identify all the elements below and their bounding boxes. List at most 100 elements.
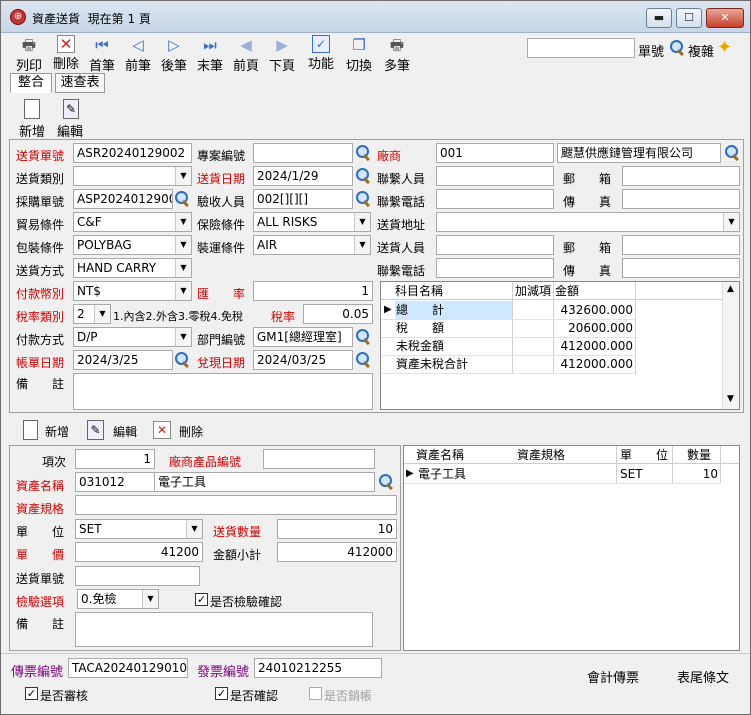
cash-date-field[interactable]: 2024/03/25 xyxy=(253,350,353,370)
vendor-name-field[interactable]: 颼慧供應鏈管理有限公司 xyxy=(557,143,721,163)
tail-text-link[interactable]: 表尾條文 xyxy=(677,667,729,686)
unit-combo[interactable]: SET ▼ xyxy=(75,519,203,539)
subtotal-field[interactable]: 412000 xyxy=(277,542,397,562)
chevron-down-icon[interactable]: ▼ xyxy=(142,590,158,608)
phone2-field[interactable] xyxy=(436,258,554,278)
search-input[interactable] xyxy=(527,38,635,58)
vendor-code-field[interactable]: 001 xyxy=(436,143,554,163)
detail-edit-button[interactable]: ✎ 編輯 xyxy=(85,419,145,443)
close-button[interactable]: ✕ xyxy=(706,8,744,28)
fax-label: 傳 真 xyxy=(563,195,612,209)
tab-quick-table[interactable]: 速查表 xyxy=(55,73,105,93)
chevron-down-icon[interactable]: ▼ xyxy=(186,520,202,538)
scroll-up-icon[interactable]: ▲ xyxy=(727,284,734,294)
chevron-down-icon[interactable]: ▼ xyxy=(175,328,191,346)
currency-combo[interactable]: NT$ ▼ xyxy=(73,281,192,301)
detail-delivery-no-field[interactable] xyxy=(75,566,200,586)
contact-field[interactable] xyxy=(436,166,554,186)
chevron-down-icon[interactable]: ▼ xyxy=(175,259,191,277)
confirmed-checkbox[interactable]: ✓ xyxy=(215,687,228,700)
minimize-button[interactable]: ▬ xyxy=(646,8,672,28)
chevron-down-icon[interactable]: ▼ xyxy=(175,282,191,300)
postal-field[interactable] xyxy=(622,166,740,186)
function-button[interactable]: ✓ 功能 xyxy=(304,35,338,73)
complex-search-label[interactable]: 複雜 xyxy=(688,41,714,60)
detail-remark-field[interactable] xyxy=(75,612,373,647)
cash-date-search-icon[interactable] xyxy=(355,351,372,368)
delivery-no-field[interactable]: ASR20240129002 xyxy=(73,143,192,163)
last-record-button[interactable]: ⏭ 末筆 xyxy=(193,35,227,74)
postal2-field[interactable] xyxy=(622,235,740,255)
tax-rate-field[interactable]: 0.05 xyxy=(303,304,373,324)
type-combo[interactable]: ▼ xyxy=(73,166,192,186)
inspect-confirm-checkbox[interactable]: ✓ xyxy=(195,593,208,606)
invoice-field[interactable]: 24010212255 xyxy=(254,658,382,678)
closed-checkbox[interactable] xyxy=(309,687,322,700)
project-search-icon[interactable] xyxy=(355,144,372,161)
accounting-voucher-link[interactable]: 會計傳票 xyxy=(587,667,639,686)
chevron-down-icon[interactable]: ▼ xyxy=(175,236,191,254)
purchase-search-icon[interactable] xyxy=(174,190,191,207)
chevron-down-icon[interactable]: ▼ xyxy=(723,213,739,231)
vendor-search-icon[interactable] xyxy=(724,144,741,161)
bill-date-field[interactable]: 2024/3/25 xyxy=(73,350,173,370)
delete-button[interactable]: ✕ 刪除 xyxy=(49,35,83,73)
chevron-down-icon[interactable]: ▼ xyxy=(94,305,110,323)
scroll-down-icon[interactable]: ▼ xyxy=(727,394,734,404)
tab-integrated[interactable]: 整合 xyxy=(10,73,52,93)
voucher-field[interactable]: TACA20240129010 xyxy=(68,658,188,678)
inspector-field[interactable]: 002[][][] xyxy=(253,189,353,209)
insurance-combo[interactable]: ALL RISKS ▼ xyxy=(253,212,371,232)
phone-field[interactable] xyxy=(436,189,554,209)
switch-button[interactable]: ❐ 切換 xyxy=(342,35,376,74)
chevron-down-icon[interactable]: ▼ xyxy=(354,236,370,254)
vendor-item-field[interactable] xyxy=(263,449,375,469)
edit-document-icon: ✎ xyxy=(87,420,104,440)
search-icon[interactable] xyxy=(669,39,686,56)
price-field[interactable]: 41200 xyxy=(75,542,203,562)
next-page-button[interactable]: ▶ 下頁 xyxy=(265,35,299,74)
shipping-combo[interactable]: AIR ▼ xyxy=(253,235,371,255)
wand-icon[interactable]: ✦ xyxy=(717,37,739,59)
chevron-down-icon[interactable]: ▼ xyxy=(354,213,370,231)
prev-record-button[interactable]: ◁ 前筆 xyxy=(121,35,155,74)
chevron-down-icon[interactable]: ▼ xyxy=(175,213,191,231)
detail-delete-button[interactable]: ✕ 刪除 xyxy=(151,419,211,443)
asset-name-field[interactable]: 電子工具 xyxy=(154,472,375,492)
remark-field[interactable] xyxy=(73,373,373,410)
inspector-search-icon[interactable] xyxy=(355,190,372,207)
address-combo[interactable]: ▼ xyxy=(436,212,740,232)
trade-combo[interactable]: C&F ▼ xyxy=(73,212,192,232)
item-field[interactable]: 1 xyxy=(75,449,155,469)
qty-field[interactable]: 10 xyxy=(277,519,397,539)
spec-field[interactable] xyxy=(75,495,397,515)
project-field[interactable] xyxy=(253,143,353,163)
print-button[interactable]: 🖶 列印 xyxy=(12,35,46,74)
deliverer-field[interactable] xyxy=(436,235,554,255)
dept-field[interactable]: GM1[總經理室] xyxy=(253,327,353,347)
tax-type-combo[interactable]: 2 ▼ xyxy=(73,304,111,324)
method-combo[interactable]: HAND CARRY ▼ xyxy=(73,258,192,278)
date-field[interactable]: 2024/1/29 xyxy=(253,166,353,186)
maximize-button[interactable]: ☐ xyxy=(676,8,702,28)
multi-record-button[interactable]: 🖶 多筆 xyxy=(380,35,414,74)
purchase-no-field[interactable]: ASP20240129002 xyxy=(73,189,173,209)
first-record-button[interactable]: ⏮ 首筆 xyxy=(85,35,119,74)
prev-page-button[interactable]: ◀ 前頁 xyxy=(229,35,263,74)
fax-field[interactable] xyxy=(622,189,740,209)
chevron-down-icon[interactable]: ▼ xyxy=(175,167,191,185)
inspect-combo[interactable]: 0.免檢 ▼ xyxy=(77,589,159,609)
payment-combo[interactable]: D/P ▼ xyxy=(73,327,192,347)
summary-scrollbar[interactable]: ▲ ▼ xyxy=(722,282,739,409)
fax2-field[interactable] xyxy=(622,258,740,278)
date-search-icon[interactable] xyxy=(355,167,372,184)
asset-search-icon[interactable] xyxy=(378,473,395,490)
detail-new-button[interactable]: 新增 xyxy=(21,419,81,443)
dept-search-icon[interactable] xyxy=(355,328,372,345)
rate-field[interactable]: 1 xyxy=(253,281,373,301)
packing-combo[interactable]: POLYBAG ▼ xyxy=(73,235,192,255)
next-record-button[interactable]: ▷ 後筆 xyxy=(157,35,191,74)
asset-code-field[interactable]: 031012 xyxy=(75,472,155,492)
bill-date-search-icon[interactable] xyxy=(174,351,191,368)
audited-checkbox[interactable]: ✓ xyxy=(25,687,38,700)
